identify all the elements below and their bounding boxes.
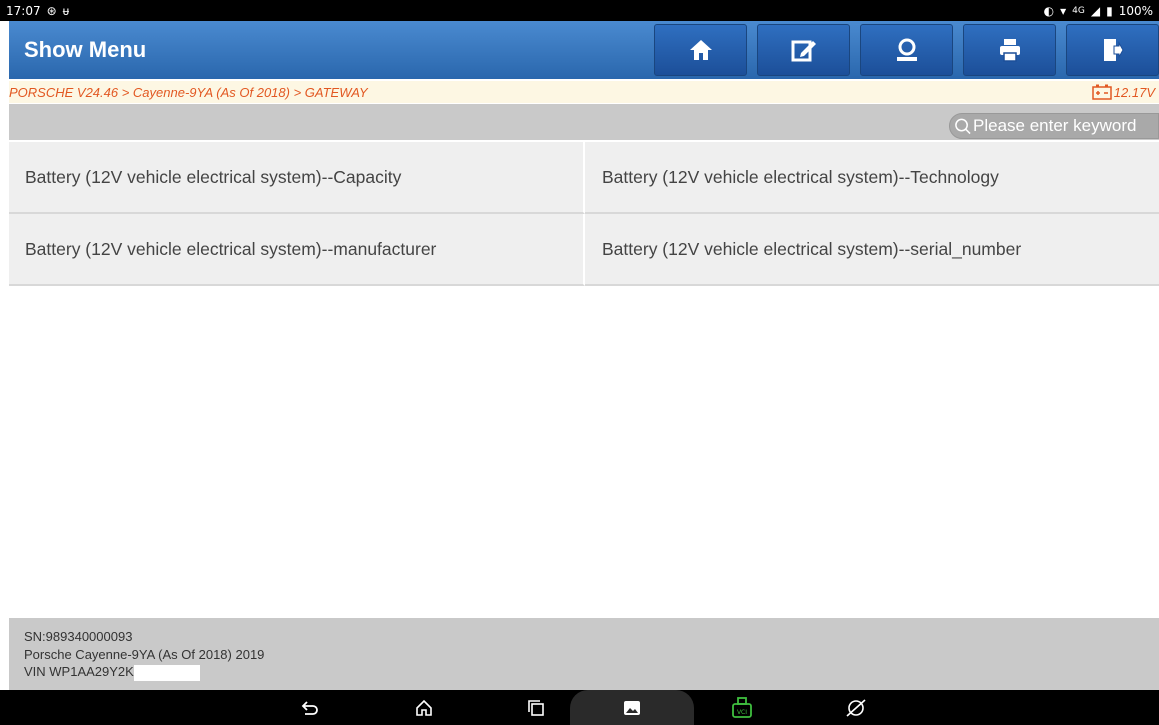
usb-icon: ᵾ — [62, 3, 70, 18]
signal-icon: ◢ — [1090, 3, 1101, 18]
wifi-icon: ▾ — [1060, 3, 1067, 18]
gallery-icon — [624, 700, 640, 715]
breadcrumb: PORSCHE V24.46 > Cayenne-9YA (As Of 2018… — [9, 81, 1159, 103]
breadcrumb-path: PORSCHE V24.46 > Cayenne-9YA (As Of 2018… — [9, 84, 368, 100]
recent-apps-button[interactable] — [518, 690, 554, 725]
vehicle-model: Porsche Cayenne-9YA (As Of 2018) 2019 — [24, 646, 265, 662]
svg-text:VCI: VCI — [737, 709, 747, 716]
redacted-block — [133, 664, 200, 681]
battery-icon: ▮ — [1106, 3, 1113, 18]
exit-button[interactable] — [1066, 24, 1159, 76]
remote-support-icon — [896, 38, 917, 61]
title-bar: Show Menu — [9, 21, 1159, 79]
car-battery-icon — [1092, 84, 1112, 100]
menu-item-technology[interactable]: Battery (12V vehicle electrical system)-… — [585, 142, 1159, 214]
vci-icon: VCI — [732, 696, 752, 718]
menu-item-capacity[interactable]: Battery (12V vehicle electrical system)-… — [9, 142, 585, 214]
menu-item-manufacturer[interactable]: Battery (12V vehicle electrical system)-… — [9, 214, 585, 286]
search-box[interactable] — [949, 113, 1159, 139]
serial-number: SN:989340000093 — [24, 629, 133, 644]
print-icon — [999, 39, 1020, 62]
menu-item-serial-number[interactable]: Battery (12V vehicle electrical system)-… — [585, 214, 1159, 286]
search-icon — [955, 118, 971, 135]
print-button[interactable] — [963, 24, 1056, 76]
remote-support-button[interactable] — [860, 24, 953, 76]
edit-report-icon — [791, 40, 816, 62]
menu-grid: Battery (12V vehicle electrical system)-… — [9, 142, 1159, 286]
vehicle-info-footer: SN:989340000093 Porsche Cayenne-9YA (As … — [9, 618, 1159, 690]
battery-level: 100% — [1118, 3, 1153, 18]
gallery-button[interactable] — [570, 690, 694, 725]
vin-number: VIN WP1AA29Y2K — [24, 664, 134, 679]
edit-report-button[interactable] — [757, 24, 850, 76]
search-input[interactable] — [971, 116, 1158, 136]
vibrate-icon: ◐ — [1043, 3, 1055, 18]
home-button[interactable] — [654, 24, 747, 76]
back-icon — [301, 700, 318, 715]
home-nav-button[interactable] — [406, 690, 442, 725]
vci-button[interactable]: VCI — [724, 690, 760, 725]
browser-icon — [846, 698, 866, 717]
home-icon — [689, 40, 712, 60]
battery-voltage: 12.17V — [1092, 84, 1155, 100]
recent-apps-icon — [528, 699, 544, 716]
browser-button[interactable] — [838, 690, 874, 725]
navigation-bar: VCI — [0, 690, 1159, 725]
voltage-value: 12.17V — [1113, 84, 1155, 100]
status-bar: 17:07 ⊛ ᵾ ◐ ▾ 4G ◢ ▮ 100% — [0, 0, 1159, 21]
status-time: 17:07 — [6, 3, 41, 18]
exit-icon — [1103, 39, 1124, 61]
network-label: 4G — [1072, 5, 1085, 16]
home-nav-icon — [416, 699, 432, 716]
search-bar — [9, 104, 1159, 140]
notification-icon: ⊛ — [46, 3, 57, 18]
back-button[interactable] — [292, 690, 328, 725]
page-title: Show Menu — [24, 37, 147, 62]
vin-line: VIN WP1AA29Y2K — [24, 663, 1159, 681]
